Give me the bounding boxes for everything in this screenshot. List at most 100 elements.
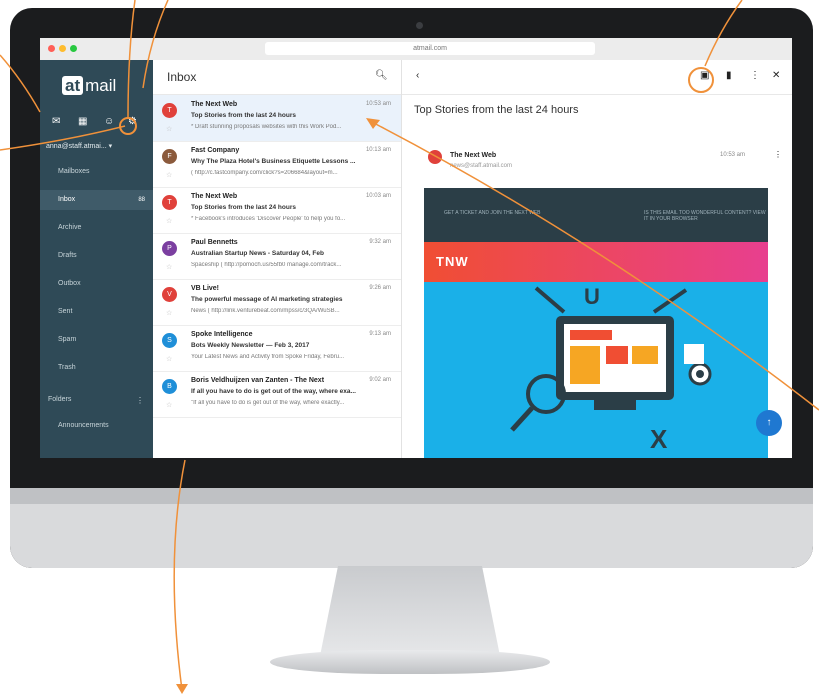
search-icon[interactable]: 🔍︎ — [375, 70, 388, 81]
star-icon[interactable]: ☆ — [166, 171, 172, 179]
star-icon[interactable]: ☆ — [166, 355, 172, 363]
sender-name: The Next Web — [450, 152, 497, 159]
message-subject: If all you have to do is get out of the … — [191, 388, 356, 395]
sender-name: The Next Web — [191, 193, 238, 200]
gear-icon[interactable]: ⚙ — [128, 116, 137, 127]
atmail-logo: at mail — [62, 76, 116, 96]
message-menu-icon[interactable]: ⋮ — [774, 150, 782, 159]
message-preview: "If all you have to do is get out of the… — [191, 400, 345, 406]
sidebar-item-spam[interactable]: Spam — [40, 330, 153, 350]
sender-name: Paul Bennetts — [191, 239, 238, 246]
callout-arrowhead-list — [176, 684, 188, 694]
message-preview: * Facebook's introduces 'Discover People… — [191, 216, 346, 222]
list-item[interactable]: P Paul Bennetts 9:32 am Australian Startup … — [153, 233, 401, 280]
sidebar-mailboxes-header: Mailboxes — [58, 168, 90, 175]
contacts-icon[interactable]: ☺ — [104, 116, 114, 127]
star-icon[interactable]: ☆ — [166, 309, 172, 317]
close-icon[interactable]: ✕ — [772, 70, 780, 81]
reading-toolbar: ‹ ▣ ▮ ⋮ ✕ — [402, 60, 792, 95]
camera-dot — [416, 22, 423, 29]
message-subject: The powerful message of AI marketing str… — [191, 296, 343, 303]
scroll-up-button[interactable]: ↑ — [756, 410, 782, 436]
message-preview: Spaceship ( http://pomoch.us/55fb0 manag… — [191, 262, 342, 268]
trash-icon[interactable]: ▮ — [726, 70, 732, 81]
message-list: Inbox 🔍︎ T The Next Web 10:53 am Top Storie… — [153, 60, 402, 458]
message-time: 9:26 am — [369, 285, 391, 291]
star-icon[interactable]: ☆ — [166, 263, 172, 271]
message-subject: Bots Weekly Newsletter — Feb 3, 2017 — [191, 342, 310, 349]
list-item[interactable]: V VB Live! 9:26 am The powerful message of … — [153, 279, 401, 326]
email-body: GET A TICKET AND JOIN THE NEXT WEB IS TH… — [424, 188, 768, 458]
message-time: 10:53 am — [365, 101, 391, 107]
list-item[interactable]: S Spoke Intelligence 9:13 am Bots Weekly Ne… — [153, 325, 401, 372]
sidebar-item-outbox[interactable]: Outbox — [40, 274, 153, 294]
hero-illustration: U X — [424, 282, 768, 458]
reading-pane: ‹ ▣ ▮ ⋮ ✕ Top Stories from the last 24 h… — [402, 60, 792, 458]
sender-avatar: F — [162, 149, 177, 164]
chevron-down-icon: ▾ — [108, 143, 113, 150]
sender-avatar: V — [162, 287, 177, 302]
sender-avatar: T — [162, 103, 177, 118]
calendar-icon[interactable]: ▦ — [78, 116, 87, 127]
message-time: 9:32 am — [369, 239, 391, 245]
hero-letter-x: X — [650, 424, 668, 454]
message-preview: News ( http://link.venturebeat.com/mpss/… — [191, 308, 340, 314]
tnw-logo: TNW — [436, 254, 469, 269]
message-time: 10:13 am — [365, 147, 391, 153]
sender-name: Fast Company — [191, 147, 240, 154]
sidebar-item-trash[interactable]: Trash — [40, 358, 153, 378]
sender-name: Spoke Intelligence — [191, 331, 253, 338]
back-arrow-icon[interactable]: ‹ — [416, 70, 419, 81]
message-time: 9:02 am — [369, 377, 391, 383]
monitor-stand-foot — [270, 650, 550, 674]
minimize-window-button[interactable] — [59, 45, 66, 52]
sidebar-item-sent[interactable]: Sent — [40, 302, 153, 322]
monitor-stand-neck — [320, 566, 500, 656]
list-item[interactable]: T The Next Web 10:03 am Top Stories from th… — [153, 187, 401, 234]
message-preview: Your Latest News and Activity from Spoke… — [191, 354, 345, 360]
message-subject: Top Stories from the last 24 hours — [191, 204, 296, 211]
tnw-banner: TNW — [424, 242, 768, 282]
address-bar[interactable]: atmail.com — [265, 42, 595, 55]
star-icon[interactable]: ☆ — [166, 217, 172, 225]
message-subject: Top Stories from the last 24 hours — [414, 104, 579, 116]
sidebar-item-inbox[interactable]: Inbox 88 — [40, 190, 153, 210]
message-time: 10:53 am — [720, 152, 746, 158]
message-subject: Top Stories from the last 24 hours — [191, 112, 296, 119]
account-selector[interactable]: anna@staff.atmai... ▾ — [46, 142, 150, 150]
sidebar-item-archive[interactable]: Archive — [40, 218, 153, 238]
hero-letter-u: U — [584, 284, 600, 309]
more-options-icon[interactable]: ⋮ — [750, 70, 760, 81]
sender-avatar — [428, 150, 442, 164]
sender-name: Boris Veldhuijzen van Zanten - The Next — [191, 377, 325, 384]
sidebar: at mail ✉ ▦ ☺ ⚙ anna@staff.atmai... ▾ Mai… — [40, 60, 153, 458]
message-subject: Why The Plaza Hotel's Business Etiquette… — [191, 158, 356, 165]
sender-avatar: B — [162, 379, 177, 394]
sender-avatar: P — [162, 241, 177, 256]
sidebar-item-announcements[interactable]: Announcements — [40, 416, 153, 436]
sender-address: news@staff.atmail.com — [450, 163, 513, 169]
message-time: 9:13 am — [369, 331, 391, 337]
message-subject: Australian Startup News - Saturday 04, F… — [191, 250, 324, 257]
mail-icon[interactable]: ✉ — [52, 116, 60, 127]
archive-icon[interactable]: ▣ — [700, 70, 709, 81]
message-preview: ( http://c.fastcompany.com/click?s=20668… — [191, 170, 338, 176]
email-topbar-right: IS THIS EMAIL TOO WONDERFUL CONTENT? VIE… — [644, 210, 766, 222]
email-topbar-left: GET A TICKET AND JOIN THE NEXT WEB — [444, 210, 541, 216]
list-item[interactable]: T The Next Web 10:53 am Top Stories from th… — [153, 95, 401, 142]
sender-name: VB Live! — [191, 285, 220, 292]
message-list-header: Inbox 🔍︎ — [153, 60, 401, 95]
star-icon[interactable]: ☆ — [166, 401, 172, 409]
sender-name: The Next Web — [191, 101, 238, 108]
sidebar-item-drafts[interactable]: Drafts — [40, 246, 153, 266]
browser-toolbar: atmail.com — [40, 38, 792, 61]
list-item[interactable]: F Fast Company 10:13 am Why The Plaza Hotel… — [153, 141, 401, 188]
ux-illustration: U X — [510, 284, 712, 454]
close-window-button[interactable] — [48, 45, 55, 52]
folders-menu-icon[interactable]: ⋮ — [136, 396, 144, 405]
monitor-chin-band — [10, 488, 813, 504]
star-icon[interactable]: ☆ — [166, 125, 172, 133]
inbox-count-badge: 88 — [138, 197, 145, 203]
maximize-window-button[interactable] — [70, 45, 77, 52]
list-item[interactable]: B Boris Veldhuijzen van Zanten - The Next… — [153, 371, 401, 418]
